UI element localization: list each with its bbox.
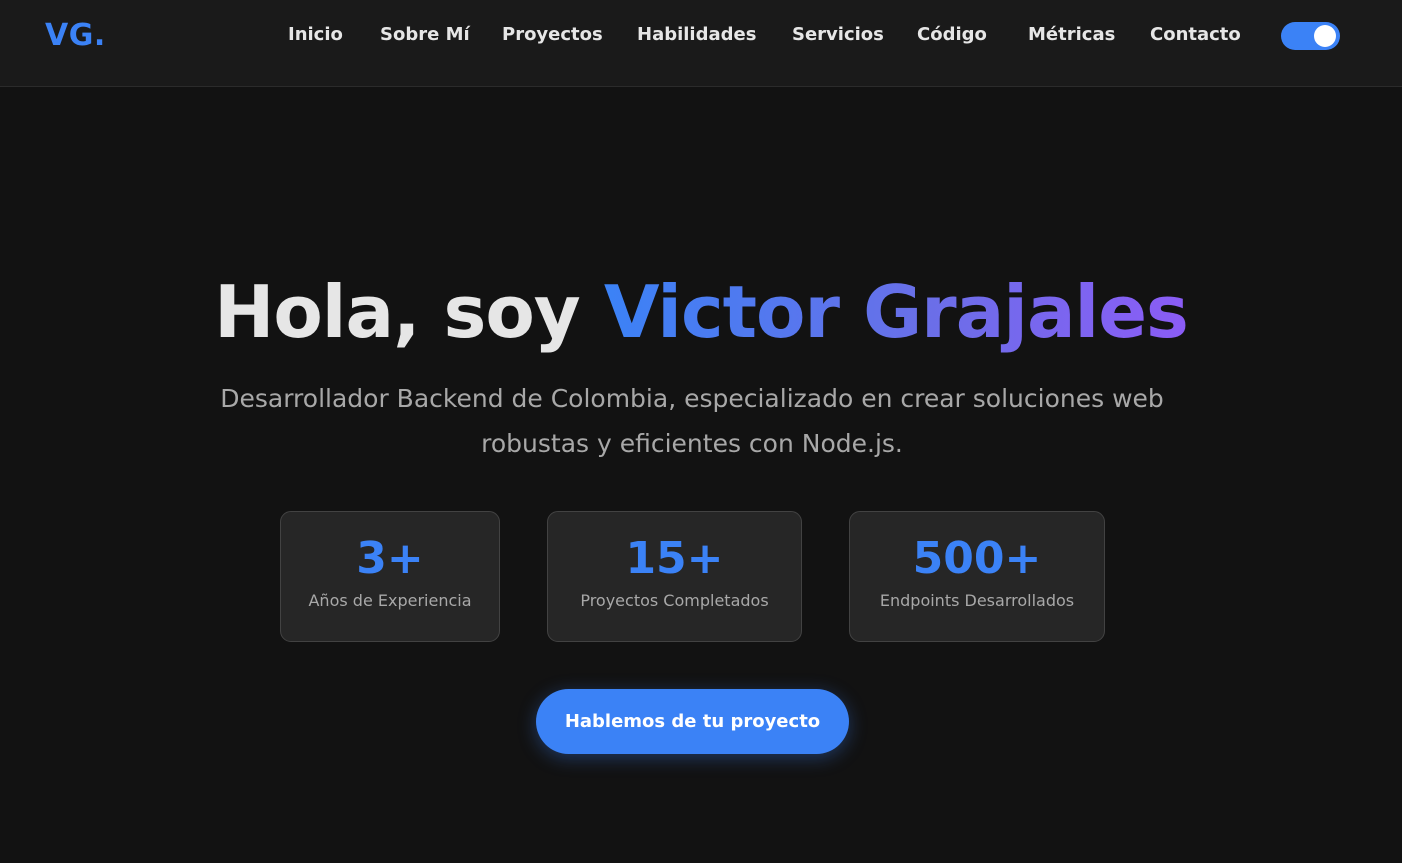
hero-subtitle: Desarrollador Backend de Colombia, espec… [220,384,1164,458]
stat-label: Endpoints Desarrollados [879,591,1075,610]
nav-link-contacto[interactable]: Contacto [1150,24,1241,45]
cta-button[interactable]: Hablemos de tu proyecto [536,689,849,754]
theme-toggle[interactable] [1281,22,1340,50]
navbar: VG. Inicio Sobre Mí Proyectos Habilidade… [0,0,1402,87]
stat-label: Años de Experiencia [308,591,472,610]
nav-link-proyectos[interactable]: Proyectos [502,24,603,45]
stat-value: 500+ [912,533,1042,584]
hero-name: Victor Grajales [603,270,1189,354]
nav-link-sobre-mi[interactable]: Sobre Mí [380,24,470,45]
stat-card-experience: 3+ Años de Experiencia [280,511,500,642]
hero-greeting: Hola, soy [214,270,604,354]
nav-links: Inicio Sobre Mí Proyectos Habilidades Se… [0,0,1402,70]
stat-label: Proyectos Completados [580,591,769,610]
nav-link-servicios[interactable]: Servicios [792,24,884,45]
nav-link-habilidades[interactable]: Habilidades [637,24,756,45]
nav-link-codigo[interactable]: Código [917,24,987,45]
stat-value: 15+ [625,533,724,584]
stat-card-projects: 15+ Proyectos Completados [547,511,802,642]
stat-value: 3+ [356,533,424,584]
toggle-knob [1314,25,1336,47]
nav-link-metricas[interactable]: Métricas [1028,24,1115,45]
hero-title: Hola, soy Victor Grajales [0,264,1402,360]
nav-link-inicio[interactable]: Inicio [288,24,343,45]
stat-card-endpoints: 500+ Endpoints Desarrollados [849,511,1105,642]
